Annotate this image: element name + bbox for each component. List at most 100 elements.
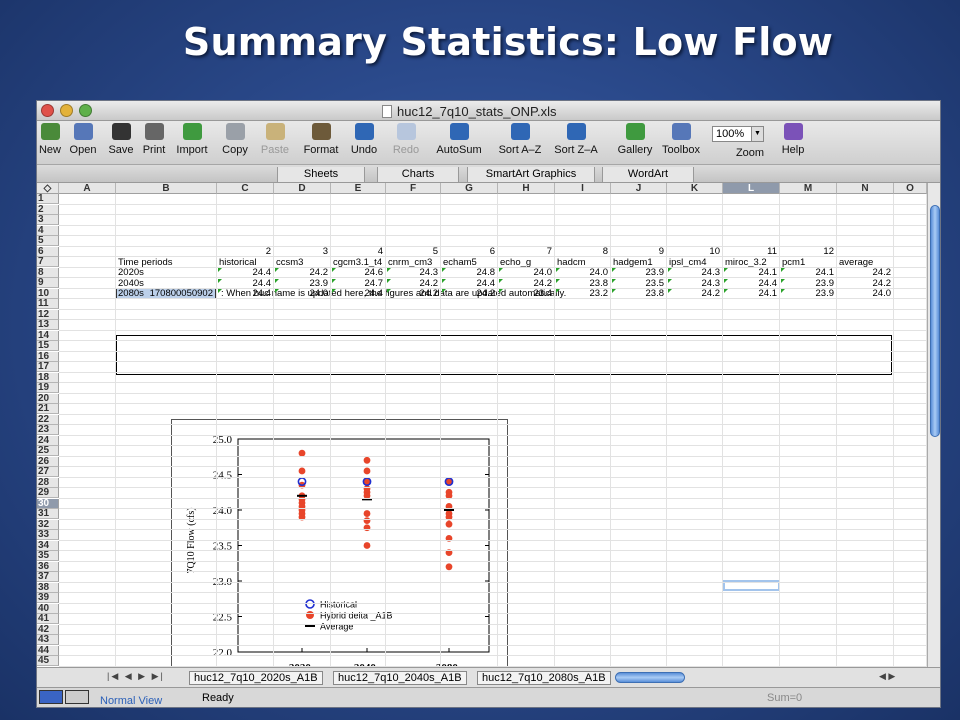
row-header-22[interactable]: 22 [37,414,59,425]
column-header-f[interactable]: F [386,183,441,194]
toolbar-print-button[interactable]: Print [135,123,173,156]
row-header-36[interactable]: 36 [37,561,59,572]
sheet-tab[interactable]: huc12_7q10_2020s_A1B [189,671,323,685]
toolbar-open-button[interactable]: Open [67,123,99,156]
row-header-8[interactable]: 8 [37,267,59,278]
toolbar-new-button[interactable]: New [37,123,63,156]
column-header-e[interactable]: E [331,183,386,194]
row-header-37[interactable]: 37 [37,572,59,582]
row-header-17[interactable]: 17 [37,362,59,372]
ribbon-tab-wordart[interactable]: WordArt [602,167,694,182]
column-gridline [273,194,274,667]
toolbar-save-button[interactable]: Save [105,123,137,156]
toolbar-autosum-button[interactable]: AutoSum [434,123,484,156]
sheet-tab[interactable]: huc12_7q10_2080s_A1B [477,671,611,685]
row-header-26[interactable]: 26 [37,456,59,467]
column-header-g[interactable]: G [441,183,498,194]
row-header-43[interactable]: 43 [37,635,59,645]
row-header-35[interactable]: 35 [37,551,59,561]
minimize-window-button[interactable] [60,104,73,117]
row-header-18[interactable]: 18 [37,372,59,383]
row-header-42[interactable]: 42 [37,624,59,635]
column-header-i[interactable]: I [555,183,611,194]
row-header-34[interactable]: 34 [37,540,59,551]
row-header-19[interactable]: 19 [37,383,59,393]
row-header-38[interactable]: 38 [37,582,59,593]
row-header-20[interactable]: 20 [37,393,59,404]
column-header-b[interactable]: B [116,183,217,194]
row-header-33[interactable]: 33 [37,530,59,540]
column-header-l[interactable]: L [723,183,780,194]
toolbar-gallery-button[interactable]: Gallery [610,123,660,156]
column-header-c[interactable]: C [217,183,274,194]
number-as-text-indicator [556,268,560,272]
ribbon-tab-smartart-graphics[interactable]: SmartArt Graphics [467,167,595,182]
row-header-7[interactable]: 7 [37,257,59,267]
row-header-5[interactable]: 5 [37,236,59,246]
column-header-a[interactable]: A [59,183,116,194]
ribbon-tab-charts[interactable]: Charts [377,167,459,182]
row-header-32[interactable]: 32 [37,519,59,530]
row-header-16[interactable]: 16 [37,351,59,362]
ribbon-tab-sheets[interactable]: Sheets [277,167,365,182]
toolbar-sort-a-z-button[interactable]: Sort A–Z [492,123,548,156]
column-header-h[interactable]: H [498,183,555,194]
row-header-29[interactable]: 29 [37,488,59,498]
toolbar-sort-z-a-button[interactable]: Sort Z–A [548,123,604,156]
normal-view-icon[interactable] [39,690,63,704]
row-header-27[interactable]: 27 [37,467,59,477]
column-header-o[interactable]: O [894,183,927,194]
toolbar-redo-button[interactable]: Redo [390,123,422,156]
column-header-j[interactable]: J [611,183,667,194]
vertical-scrollbar[interactable] [927,183,940,667]
row-header-24[interactable]: 24 [37,435,59,446]
row-header-1[interactable]: 1 [37,194,59,204]
format-icon [311,123,331,140]
horizontal-scroll-thumb[interactable] [615,672,685,683]
row-header-9[interactable]: 9 [37,278,59,288]
column-header-n[interactable]: N [837,183,894,194]
spreadsheet-grid[interactable]: 170800050902 : When huc name is updated … [37,183,927,667]
column-header-m[interactable]: M [780,183,837,194]
toolbar-help-button[interactable]: Help [777,123,809,156]
row-header-30[interactable]: 30 [37,498,59,509]
row-header-21[interactable]: 21 [37,404,59,414]
row-header-25[interactable]: 25 [37,446,59,456]
row-header-12[interactable]: 12 [37,309,59,320]
row-header-3[interactable]: 3 [37,215,59,225]
sheet-nav-arrows[interactable]: |◀ ◀ ▶ ▶| [107,671,165,682]
scroll-arrows[interactable]: ◀ ▶ [879,671,895,682]
sheet-tab[interactable]: huc12_7q10_2040s_A1B [333,671,467,685]
close-window-button[interactable] [41,104,54,117]
toolbar-undo-button[interactable]: Undo [348,123,380,156]
vertical-scroll-thumb[interactable] [930,205,940,437]
row-header-41[interactable]: 41 [37,614,59,624]
row-header-11[interactable]: 11 [37,299,59,309]
row-header-45[interactable]: 45 [37,656,59,666]
column-header-d[interactable]: D [274,183,331,194]
row-gridline [59,340,927,341]
toolbar-toolbox-button[interactable]: Toolbox [656,123,706,156]
row-header-15[interactable]: 15 [37,341,59,351]
row-header-40[interactable]: 40 [37,603,59,614]
row-header-23[interactable]: 23 [37,425,59,435]
column-header-k[interactable]: K [667,183,723,194]
row-header-13[interactable]: 13 [37,320,59,330]
row-header-10[interactable]: 10 [37,288,59,299]
row-header-44[interactable]: 44 [37,645,59,656]
toolbar-import-button[interactable]: Import [170,123,214,156]
row-header-6[interactable]: 6 [37,246,59,257]
toolbar-format-button[interactable]: Format [299,123,343,156]
row-header-14[interactable]: 14 [37,330,59,341]
page-layout-view-icon[interactable] [65,690,89,704]
toolbar-paste-button[interactable]: Paste [256,123,294,156]
toolbar-label: Sort Z–A [554,144,598,156]
row-header-4[interactable]: 4 [37,225,59,236]
row-header-2[interactable]: 2 [37,204,59,215]
zoom-select[interactable]: 100% ▼ [712,126,764,142]
row-header-28[interactable]: 28 [37,477,59,488]
toolbar-copy-button[interactable]: Copy [219,123,251,156]
zoom-window-button[interactable] [79,104,92,117]
row-header-31[interactable]: 31 [37,509,59,519]
row-header-39[interactable]: 39 [37,593,59,603]
